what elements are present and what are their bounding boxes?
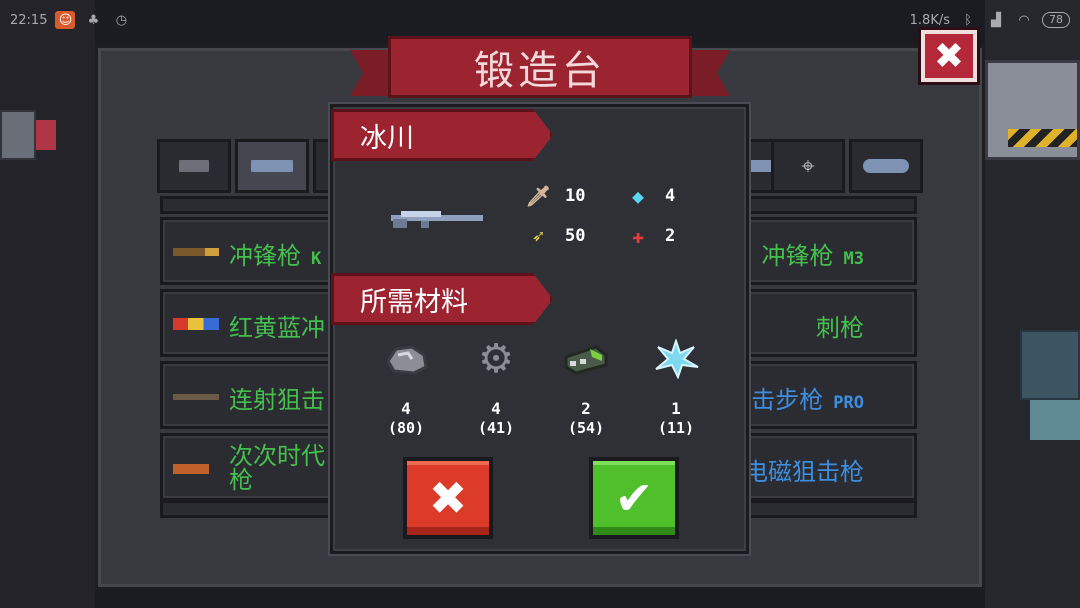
gear-icon: ⚙ bbox=[478, 336, 514, 382]
app-notification-icon: ☺ bbox=[55, 11, 76, 29]
confirm-button[interactable]: ✔ bbox=[589, 457, 679, 539]
frog-notification-icon: ♣ bbox=[87, 12, 100, 28]
machine-prop bbox=[985, 60, 1080, 160]
assault-rifle-icon bbox=[251, 160, 293, 172]
battery-indicator: 78 bbox=[1042, 12, 1070, 28]
smg-icon bbox=[173, 248, 219, 256]
tab-pistol[interactable] bbox=[157, 139, 231, 193]
materials-ribbon: 所需材料 bbox=[331, 273, 553, 325]
ore-icon bbox=[382, 339, 430, 379]
material-item: ⚙ 4 (41) bbox=[451, 336, 541, 437]
hazard-stripe bbox=[1008, 129, 1077, 147]
burst-sniper-icon bbox=[173, 394, 219, 400]
weapon-name-ribbon: 冰川 bbox=[331, 109, 553, 161]
weapon-name: 冲锋枪 K bbox=[229, 242, 322, 270]
material-item: 2 (54) bbox=[541, 339, 631, 437]
timer-icon: ◷ bbox=[115, 12, 128, 28]
glacier-rifle-icon bbox=[391, 211, 483, 228]
bullet-icon: ➶ bbox=[531, 224, 545, 248]
energy-stat: ◆ 4 bbox=[627, 184, 675, 208]
forge-detail-dialog: 冰川 🗡 10 ◆ 4 ➶ 50 ✚ 2 所需材料 4 (80) ⚙ 4 (41… bbox=[330, 104, 749, 554]
fire-rate-stat: ➶ 50 bbox=[527, 224, 586, 248]
crosshair-icon: ✚ bbox=[631, 224, 645, 248]
locker-prop bbox=[1020, 330, 1080, 400]
damage-stat: 🗡 10 bbox=[525, 184, 586, 208]
materials-list: 4 (80) ⚙ 4 (41) 2 (54) 1 (11) bbox=[353, 336, 733, 449]
cancel-button[interactable]: ✖ bbox=[403, 457, 493, 539]
weapon-name-right: 刺枪 bbox=[816, 314, 864, 342]
rgb-smg-icon bbox=[173, 318, 219, 330]
material-item: 4 (80) bbox=[361, 339, 451, 437]
weapon-title: 冰川 bbox=[360, 122, 414, 154]
weapon-name: 连射狙击 bbox=[229, 386, 325, 414]
forge-title: 锻造台 bbox=[474, 48, 606, 94]
material-item: 1 (11) bbox=[631, 339, 721, 437]
forge-title-body: 锻造台 bbox=[388, 36, 692, 98]
cabinet-prop bbox=[0, 110, 36, 160]
tab-crosshair[interactable]: ⌖ bbox=[771, 139, 845, 193]
status-bar: 22:15 ☺ ♣ ◷ 1.8K/s ᛒ ▟ ◠ 78 bbox=[0, 0, 1080, 40]
sword-icon: 🗡 bbox=[525, 184, 551, 208]
bluetooth-icon: ᛒ bbox=[964, 12, 972, 28]
weapon-name: 次次时代枪 bbox=[229, 442, 325, 494]
crosshair-icon: ⌖ bbox=[801, 152, 815, 180]
ice-crystal-icon bbox=[652, 339, 700, 379]
energy-diamond-icon: ◆ bbox=[631, 184, 645, 208]
battery-part-icon bbox=[562, 339, 610, 379]
accuracy-stat: ✚ 2 bbox=[627, 224, 675, 248]
weapon-name: 红黄蓝冲 bbox=[229, 314, 325, 342]
pistol-icon bbox=[179, 160, 209, 172]
weapon-name-right: 冲锋枪 M3 bbox=[761, 242, 864, 270]
red-box-prop bbox=[36, 120, 56, 150]
weapon-name-right: 电磁狙击枪 bbox=[744, 458, 864, 486]
status-time: 22:15 bbox=[10, 12, 48, 28]
tab-assault-rifle[interactable] bbox=[235, 139, 309, 193]
left-room-wall bbox=[0, 0, 95, 608]
pipe-prop bbox=[1030, 400, 1080, 440]
next-gen-gun-icon bbox=[173, 464, 209, 474]
network-speed: 1.8K/s bbox=[909, 12, 950, 28]
fish-gun-icon bbox=[863, 159, 909, 173]
forge-title-ribbon: 锻造台 bbox=[350, 36, 730, 108]
wifi-icon: ◠ bbox=[1018, 12, 1030, 28]
weapon-stats: 🗡 10 ◆ 4 ➶ 50 ✚ 2 bbox=[525, 184, 707, 265]
materials-title: 所需材料 bbox=[360, 286, 468, 318]
tab-fish-gun[interactable] bbox=[849, 139, 923, 193]
signal-icon: ▟ bbox=[991, 12, 1001, 28]
